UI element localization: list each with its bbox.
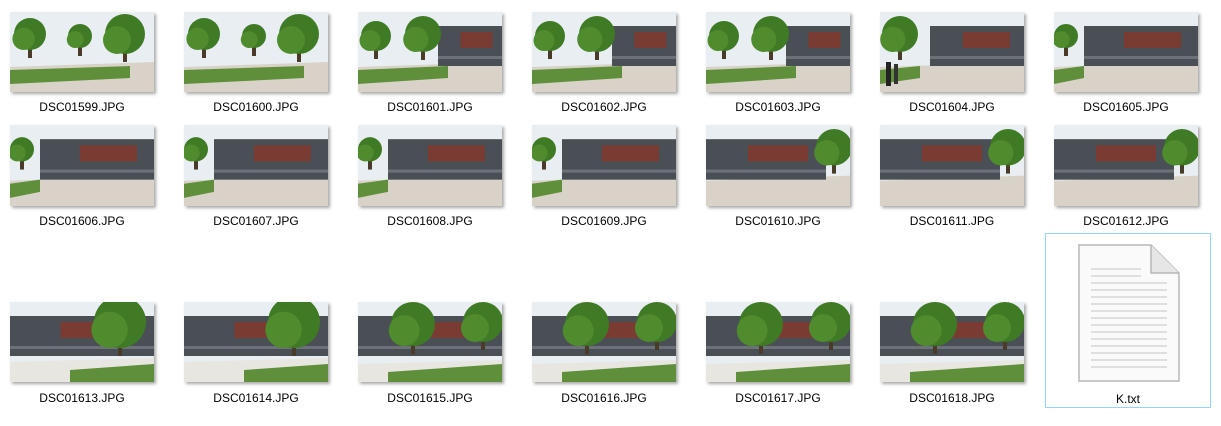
file-name: DSC01617.JPG bbox=[735, 391, 821, 405]
file-name: DSC01610.JPG bbox=[735, 214, 821, 228]
image-thumbnail bbox=[184, 302, 328, 382]
image-thumbnail bbox=[880, 12, 1024, 92]
file-name: DSC01602.JPG bbox=[561, 100, 647, 114]
file-name: DSC01615.JPG bbox=[387, 391, 473, 405]
image-thumbnail bbox=[184, 125, 328, 206]
image-thumbnail bbox=[358, 302, 502, 382]
image-thumbnail bbox=[184, 12, 328, 92]
image-thumbnail bbox=[706, 125, 850, 206]
file-name: DSC01600.JPG bbox=[213, 100, 299, 114]
file-name: DSC01604.JPG bbox=[909, 100, 995, 114]
file-name: K.txt bbox=[1115, 392, 1140, 406]
image-thumbnail bbox=[358, 125, 502, 206]
file-name: DSC01599.JPG bbox=[39, 100, 125, 114]
file-item-k-txt[interactable]: K.txt bbox=[1045, 233, 1211, 408]
file-name: DSC01611.JPG bbox=[909, 214, 995, 228]
file-name: DSC01614.JPG bbox=[213, 391, 299, 405]
image-thumbnail bbox=[10, 302, 154, 382]
file-name: DSC01606.JPG bbox=[39, 214, 125, 228]
image-thumbnail bbox=[1054, 12, 1198, 92]
file-name: DSC01603.JPG bbox=[735, 100, 821, 114]
image-thumbnail bbox=[880, 302, 1024, 382]
image-thumbnail bbox=[1054, 125, 1198, 206]
file-name: DSC01618.JPG bbox=[909, 391, 995, 405]
file-name: DSC01608.JPG bbox=[387, 214, 473, 228]
image-thumbnail bbox=[532, 125, 676, 206]
image-thumbnail bbox=[880, 125, 1024, 206]
text-document-icon bbox=[1078, 244, 1180, 382]
image-thumbnail bbox=[358, 12, 502, 92]
file-name: DSC01616.JPG bbox=[561, 391, 647, 405]
image-thumbnail bbox=[706, 12, 850, 92]
file-name: DSC01607.JPG bbox=[213, 214, 299, 228]
image-thumbnail bbox=[10, 12, 154, 92]
file-name: DSC01613.JPG bbox=[39, 391, 125, 405]
file-name: DSC01601.JPG bbox=[387, 100, 473, 114]
file-name: DSC01612.JPG bbox=[1083, 214, 1169, 228]
image-thumbnail bbox=[706, 302, 850, 382]
image-thumbnail bbox=[532, 302, 676, 382]
file-name: DSC01609.JPG bbox=[561, 214, 647, 228]
image-thumbnail bbox=[10, 125, 154, 206]
image-thumbnail bbox=[532, 12, 676, 92]
file-name: DSC01605.JPG bbox=[1083, 100, 1169, 114]
